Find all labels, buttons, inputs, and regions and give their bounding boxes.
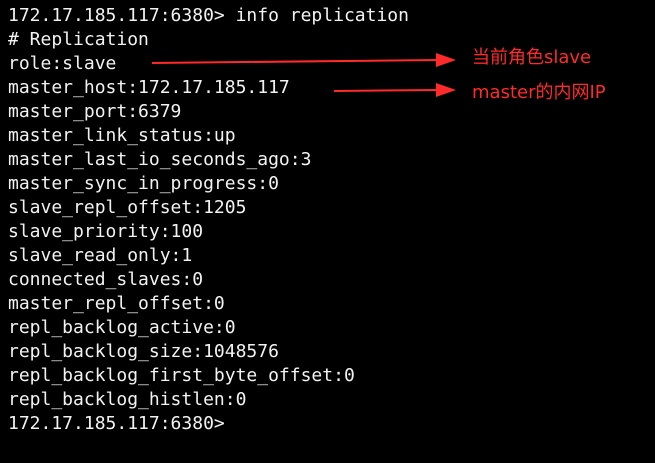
arrow-icon [333, 83, 456, 97]
arrow-icon [151, 53, 456, 67]
annotation-master-ip: master的内网IP [472, 82, 606, 103]
annotation-role: 当前角色slave [472, 47, 592, 68]
terminal-window[interactable]: 172.17.185.117:6380> info replication # … [0, 0, 655, 463]
